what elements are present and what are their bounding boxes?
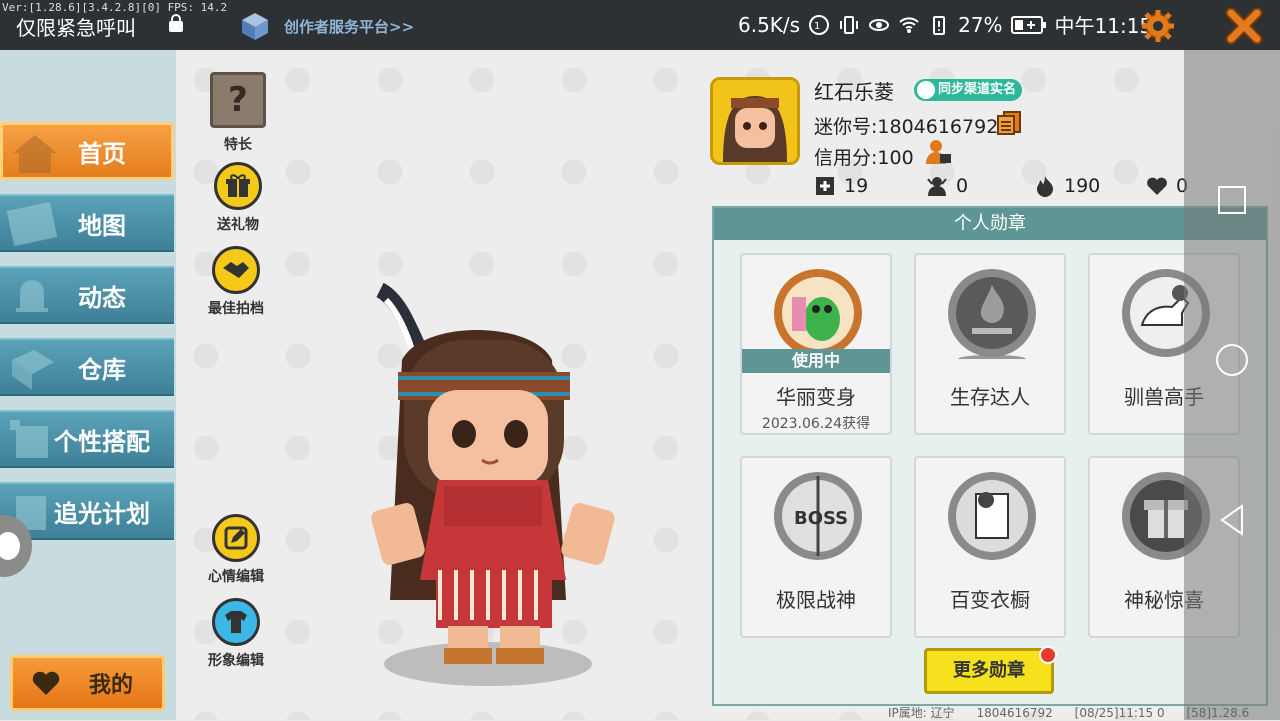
- likes-stat[interactable]: 0: [1146, 175, 1188, 197]
- sidebar-item-feed[interactable]: 动态: [0, 266, 174, 324]
- recent-apps-icon[interactable]: [1218, 186, 1246, 214]
- sidebar-item-warehouse[interactable]: 仓库: [0, 338, 174, 396]
- badge-name: 华丽变身: [776, 385, 856, 409]
- follow-stat[interactable]: 19: [814, 175, 868, 197]
- sidebar-item-home[interactable]: 首页: [0, 122, 174, 180]
- avatar[interactable]: [710, 77, 800, 165]
- clock-time: 中午11:15: [1054, 14, 1153, 38]
- notification-dot: [1039, 646, 1057, 664]
- my-button-label: 我的: [89, 673, 134, 698]
- my-button[interactable]: 我的: [10, 655, 165, 711]
- sidebar-item-outfit[interactable]: 个性搭配: [0, 410, 174, 468]
- creator-platform-label: 创作者服务平台>>: [284, 17, 415, 36]
- question-mark-icon: ?: [210, 72, 266, 128]
- badge-name: 生存达人: [950, 385, 1030, 409]
- campfire-medal-icon: [948, 269, 1036, 359]
- realname-badge[interactable]: 同步渠道实名: [914, 79, 1023, 101]
- close-icon[interactable]: [1224, 6, 1264, 46]
- mood-edit-button[interactable]: 心情编辑: [208, 514, 264, 586]
- badge-card[interactable]: 百变衣橱: [914, 456, 1066, 638]
- credit-person-icon[interactable]: [924, 138, 952, 166]
- badge-card[interactable]: BOSS 极限战神: [740, 456, 892, 638]
- sidebar-item-label: 个性搭配: [54, 427, 150, 456]
- gift-icon: [214, 162, 262, 210]
- badge-name: 极限战神: [776, 588, 856, 612]
- add-follow-icon: [816, 177, 834, 195]
- sidebar-item-label: 仓库: [78, 355, 126, 384]
- badge-card[interactable]: 生存达人: [914, 253, 1066, 435]
- svg-text:1: 1: [814, 21, 820, 32]
- credit-score: 信用分:100: [814, 147, 914, 169]
- cube-icon: [242, 13, 268, 40]
- footer-uid: 1804616792: [976, 706, 1053, 720]
- system-nav-overlay: [1184, 50, 1280, 720]
- heart-like-icon: [1147, 177, 1167, 195]
- badge-name: 百变衣橱: [950, 588, 1030, 612]
- emergency-call-text: 仅限紧急呼叫: [16, 16, 136, 40]
- mood-edit-label: 心情编辑: [208, 569, 264, 585]
- specialty-button[interactable]: ? 特长: [210, 72, 266, 154]
- fans-count: 0: [956, 175, 969, 197]
- image-edit-label: 形象编辑: [208, 653, 264, 669]
- username: 红石乐菱: [814, 80, 894, 104]
- realname-badge-label: 同步渠道实名: [938, 82, 1017, 97]
- home-circle-icon[interactable]: [1216, 344, 1248, 376]
- handshake-icon: [212, 246, 260, 294]
- wifi-icon: [899, 16, 919, 33]
- sidebar-item-label: 首页: [78, 139, 126, 168]
- footer-info: IP属地: 辽宁 1804616792 [08/25]11:15 0 [58]1…: [888, 704, 1267, 721]
- battery-charging-icon: [1010, 15, 1046, 34]
- battery-alert-icon: [933, 15, 946, 35]
- vibrate-icon: [840, 15, 859, 34]
- best-partner-button[interactable]: 最佳拍档: [208, 246, 264, 318]
- creator-platform-link[interactable]: 创作者服务平台>>: [240, 10, 414, 42]
- badge-date: 2023.06.24获得: [761, 416, 871, 432]
- sidebar-item-map[interactable]: 地图: [0, 194, 174, 252]
- eye-icon: [869, 18, 890, 31]
- dinosaur-medal-icon: [774, 269, 862, 357]
- footer-build: [58]1.28.6: [1186, 706, 1250, 720]
- sidebar-item-label: 追光计划: [54, 499, 150, 528]
- in-use-label: 使用中: [742, 349, 890, 373]
- boss-medal-icon: BOSS: [774, 472, 862, 560]
- fans-stat[interactable]: 0: [926, 175, 968, 197]
- heart-icon: [32, 671, 60, 695]
- send-gift-button[interactable]: 送礼物: [214, 162, 262, 234]
- avatar-portrait-icon: [713, 80, 797, 162]
- fans-icon: [927, 177, 947, 196]
- ip-location: IP属地: 辽宁: [888, 706, 955, 720]
- system-info: 6.5K/s 1 27% 中午11:15: [738, 10, 1152, 39]
- network-speed: 6.5K/s: [738, 12, 801, 37]
- popularity-stat[interactable]: 190: [1034, 175, 1100, 197]
- lock-icon: [169, 14, 183, 32]
- send-gift-label: 送礼物: [217, 217, 259, 233]
- person-check-icon: [917, 81, 935, 99]
- status-bar: Ver:[1.28.6][3.4.2.8][0] FPS: 14.2 仅限紧急呼…: [0, 0, 1280, 50]
- sidebar-item-label: 动态: [78, 283, 126, 312]
- player-character[interactable]: [340, 280, 630, 690]
- specialty-label: 特长: [224, 137, 252, 153]
- image-edit-button[interactable]: 形象编辑: [208, 598, 264, 670]
- badge-card[interactable]: 使用中 华丽变身 2023.06.24获得: [740, 253, 892, 435]
- svg-text:BOSS: BOSS: [794, 508, 848, 529]
- flame-icon: [1037, 176, 1053, 197]
- follow-count: 19: [844, 175, 869, 197]
- wardrobe-medal-icon: [948, 472, 1036, 560]
- more-badges-button[interactable]: 更多勋章: [924, 648, 1054, 694]
- copy-icon[interactable]: [996, 110, 1022, 136]
- battery-percent: 27%: [958, 12, 1003, 37]
- sidebar-item-label: 地图: [78, 211, 126, 240]
- footer-timestamp: [08/25]11:15 0: [1074, 706, 1165, 720]
- popularity-count: 190: [1064, 175, 1101, 197]
- hd-call-icon: 1: [809, 14, 830, 35]
- back-triangle-icon[interactable]: [1218, 504, 1246, 536]
- mini-id: 迷你号:1804616792: [814, 116, 999, 138]
- outfit-icon: [212, 598, 260, 646]
- best-partner-label: 最佳拍档: [208, 301, 264, 317]
- gear-icon[interactable]: [1140, 8, 1176, 44]
- edit-icon: [212, 514, 260, 562]
